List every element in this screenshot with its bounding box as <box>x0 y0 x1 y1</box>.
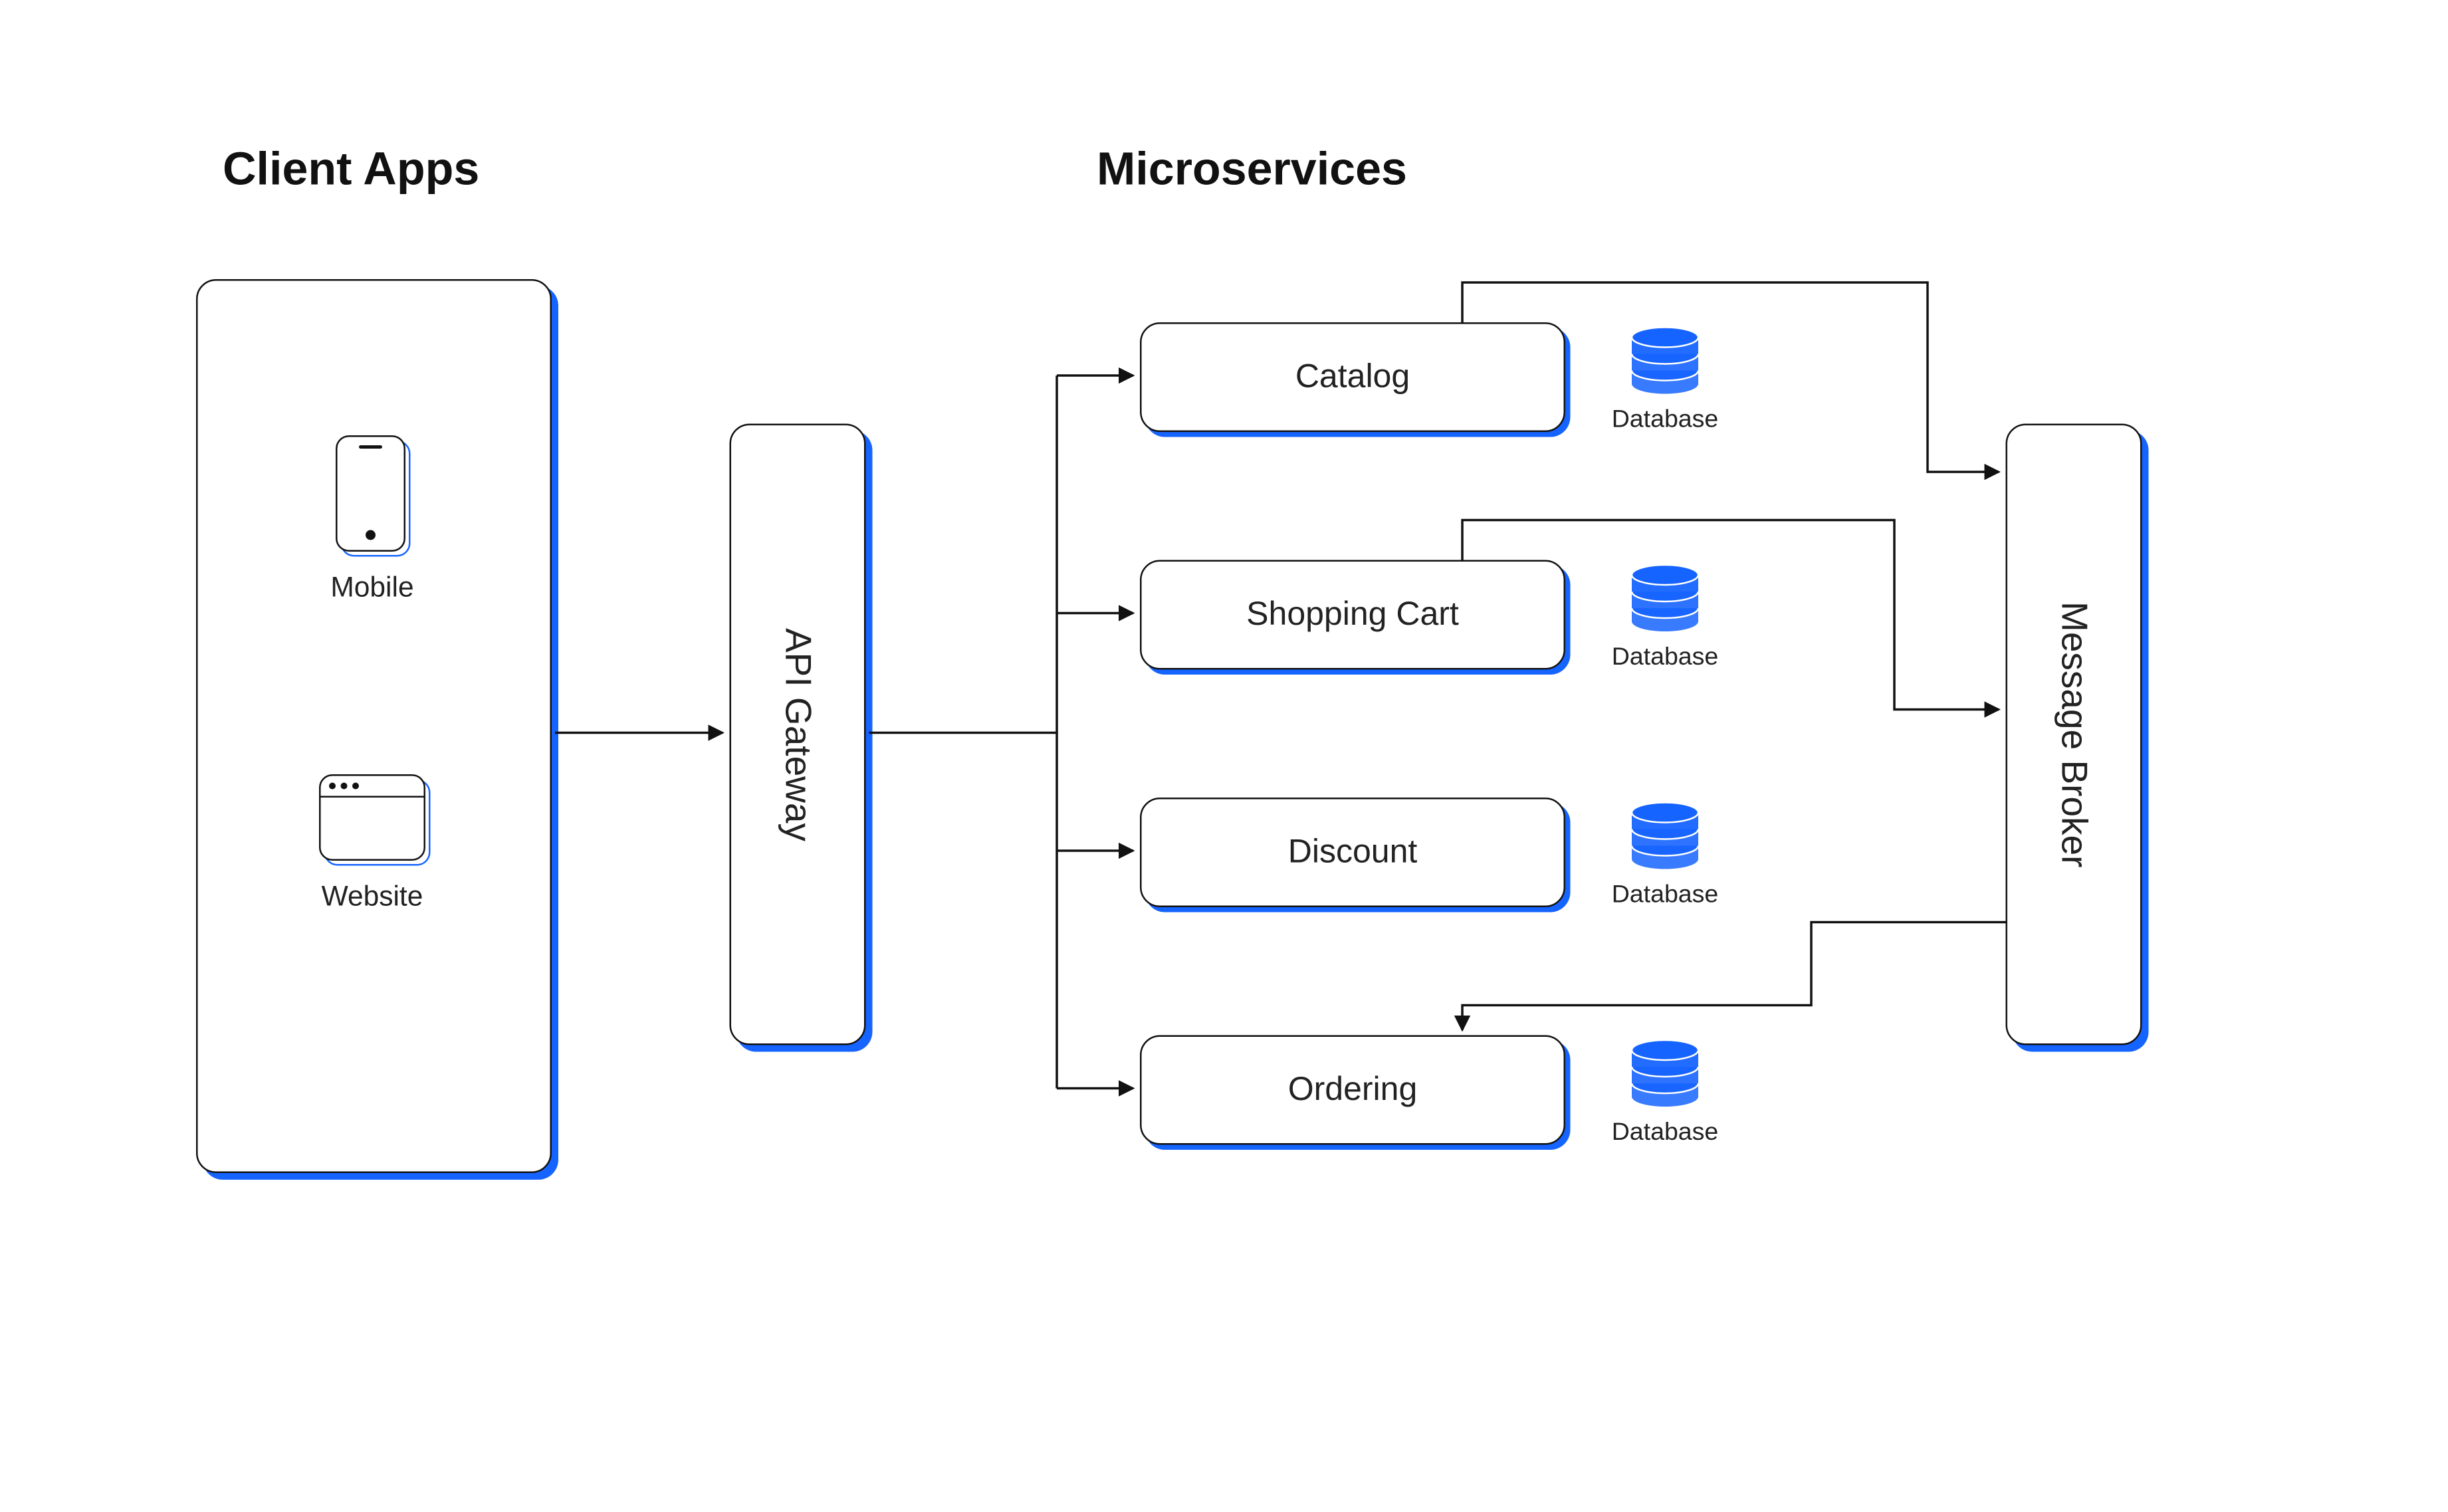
heading-microservices: Microservices <box>1097 143 1407 196</box>
database-label: Database <box>1591 643 1740 672</box>
service-catalog-box: Catalog <box>1140 322 1565 432</box>
client-apps-box <box>196 279 552 1173</box>
message-broker-box: Message Broker <box>2006 424 2142 1045</box>
database-icon <box>1628 564 1702 633</box>
api-gateway-box: API Gateway <box>730 424 866 1045</box>
service-discount-box: Discount <box>1140 798 1565 907</box>
database-label: Database <box>1591 405 1740 434</box>
database-icon <box>1628 326 1702 395</box>
database-label: Database <box>1591 1119 1740 1147</box>
browser-window-icon <box>319 774 429 861</box>
service-catalog-label: Catalog <box>1295 358 1410 397</box>
service-shopping-cart-label: Shopping Cart <box>1246 595 1459 634</box>
message-broker-label: Message Broker <box>2053 601 2096 867</box>
mobile-label: Mobile <box>273 572 472 605</box>
service-ordering-label: Ordering <box>1288 1071 1418 1109</box>
api-gateway-label: API Gateway <box>776 627 820 841</box>
service-discount-label: Discount <box>1288 833 1418 872</box>
mobile-phone-icon-render <box>336 435 409 555</box>
database-icon <box>1628 801 1702 871</box>
service-shopping-cart-box: Shopping Cart <box>1140 560 1565 670</box>
heading-client-apps: Client Apps <box>223 143 479 196</box>
database-label: Database <box>1591 881 1740 909</box>
database-icon <box>1628 1039 1702 1109</box>
architecture-diagram: Client Apps Microservices Mobile Website… <box>0 0 2446 1512</box>
website-label: Website <box>273 881 472 914</box>
service-ordering-box: Ordering <box>1140 1035 1565 1145</box>
